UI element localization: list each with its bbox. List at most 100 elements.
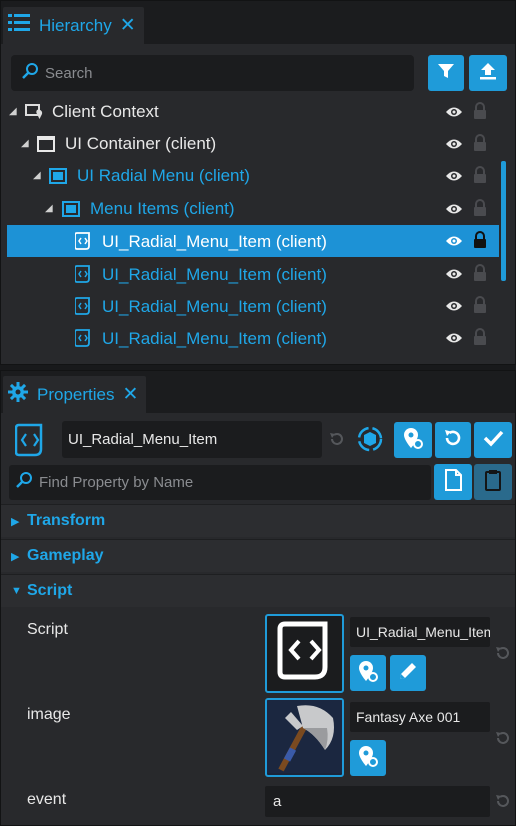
filter-button[interactable] bbox=[428, 55, 464, 91]
collapsed-triangle-icon: ▶ bbox=[11, 550, 20, 563]
tree-item-label: UI_Radial_Menu_Item (client) bbox=[102, 297, 327, 316]
script-asset-name[interactable]: UI_Radial_Menu_Item bbox=[350, 617, 490, 647]
reset-button[interactable] bbox=[435, 422, 471, 458]
tree-item-radial-menu-item[interactable]: UI_Radial_Menu_Item (client) bbox=[7, 290, 499, 322]
hierarchy-icon bbox=[7, 11, 31, 40]
tab-properties[interactable]: Properties ✕ bbox=[3, 376, 147, 413]
visibility-eye-icon[interactable] bbox=[445, 298, 463, 318]
location-pin-icon bbox=[356, 744, 380, 773]
visibility-eye-icon[interactable] bbox=[445, 266, 463, 286]
section-label: Script bbox=[27, 582, 73, 599]
script-icon bbox=[277, 621, 333, 686]
search-input[interactable]: Search bbox=[11, 55, 414, 91]
image-property-label: image bbox=[27, 706, 71, 723]
search-icon bbox=[15, 471, 33, 494]
location-pin-icon bbox=[401, 426, 425, 455]
object-name-field[interactable]: UI_Radial_Menu_Item bbox=[62, 421, 322, 458]
tree-item-ui-radial-menu[interactable]: ◢ UI Radial Menu (client) bbox=[7, 160, 499, 192]
tree-item-label: UI_Radial_Menu_Item (client) bbox=[102, 265, 327, 284]
paste-button[interactable] bbox=[474, 464, 512, 500]
expand-triangle-icon[interactable]: ◢ bbox=[45, 203, 53, 214]
tree-item-label: UI_Radial_Menu_Item (client) bbox=[102, 329, 327, 348]
section-label: Transform bbox=[27, 512, 106, 529]
tree-item-ui-container[interactable]: ◢ UI Container (client) bbox=[7, 128, 499, 160]
visibility-eye-icon[interactable] bbox=[445, 330, 463, 350]
tree-item-label: Client Context bbox=[52, 102, 159, 121]
tree-item-radial-menu-item[interactable]: UI_Radial_Menu_Item (client) bbox=[7, 322, 499, 354]
expand-triangle-icon[interactable]: ◢ bbox=[21, 138, 29, 149]
lock-icon[interactable] bbox=[473, 264, 487, 287]
close-icon[interactable]: ✕ bbox=[120, 14, 136, 37]
image-asset-thumbnail[interactable] bbox=[265, 698, 344, 777]
revert-icon[interactable] bbox=[495, 645, 511, 666]
pencil-icon bbox=[397, 660, 419, 687]
properties-tab-label: Properties bbox=[37, 384, 115, 404]
ui-panel-icon bbox=[49, 168, 67, 184]
visibility-eye-icon[interactable] bbox=[445, 201, 463, 221]
visibility-eye-icon[interactable] bbox=[445, 233, 463, 253]
section-script[interactable]: ▼ Script bbox=[1, 574, 515, 607]
section-gameplay[interactable]: ▶ Gameplay bbox=[1, 539, 515, 572]
visibility-eye-icon[interactable] bbox=[445, 136, 463, 156]
properties-tabbar: Properties ✕ bbox=[1, 371, 515, 413]
apply-button[interactable] bbox=[474, 422, 512, 458]
revert-icon[interactable] bbox=[495, 793, 511, 814]
collapsed-triangle-icon: ▶ bbox=[11, 515, 20, 528]
event-property-label: event bbox=[27, 791, 67, 808]
script-icon bbox=[14, 423, 45, 462]
hierarchy-tabbar: Hierarchy ✕ bbox=[1, 1, 515, 44]
search-icon bbox=[21, 62, 39, 85]
tree-item-label: UI Radial Menu (client) bbox=[77, 166, 250, 185]
revert-icon[interactable] bbox=[329, 431, 345, 452]
copy-icon bbox=[443, 468, 463, 496]
find-property-input[interactable]: Find Property by Name bbox=[9, 465, 431, 500]
expand-triangle-icon[interactable]: ◢ bbox=[9, 106, 17, 117]
script-asset-thumbnail[interactable] bbox=[265, 614, 344, 693]
tree-item-radial-menu-item[interactable]: UI_Radial_Menu_Item (client) bbox=[7, 258, 499, 290]
upload-button[interactable] bbox=[469, 55, 507, 91]
client-context-icon bbox=[25, 104, 43, 120]
find-asset-button[interactable] bbox=[350, 655, 386, 691]
edit-script-button[interactable] bbox=[390, 655, 426, 691]
expanded-triangle-icon: ▼ bbox=[11, 585, 22, 597]
tree-item-client-context[interactable]: ◢ Client Context bbox=[7, 96, 499, 128]
copy-button[interactable] bbox=[434, 464, 472, 500]
lock-icon[interactable] bbox=[473, 231, 487, 254]
find-in-hierarchy-button[interactable] bbox=[394, 422, 432, 458]
location-pin-icon bbox=[356, 659, 380, 688]
lock-icon[interactable] bbox=[473, 199, 487, 222]
visibility-eye-icon[interactable] bbox=[445, 104, 463, 124]
tree-item-radial-menu-item-selected[interactable]: UI_Radial_Menu_Item (client) bbox=[7, 225, 499, 257]
section-label: Gameplay bbox=[27, 547, 104, 564]
clipboard-icon bbox=[483, 469, 503, 496]
script-icon bbox=[75, 265, 91, 283]
image-asset-name[interactable]: Fantasy Axe 001 bbox=[350, 702, 490, 732]
properties-panel: Properties ✕ UI_Radial_Menu_Item Find Pr… bbox=[0, 370, 516, 826]
close-icon[interactable]: ✕ bbox=[122, 383, 138, 406]
ui-panel-icon bbox=[62, 201, 80, 217]
lock-icon[interactable] bbox=[473, 102, 487, 125]
networked-icon[interactable] bbox=[356, 425, 384, 458]
hierarchy-scrollbar[interactable] bbox=[501, 161, 506, 281]
expand-triangle-icon[interactable]: ◢ bbox=[33, 170, 41, 181]
tab-hierarchy[interactable]: Hierarchy ✕ bbox=[3, 7, 144, 44]
lock-icon[interactable] bbox=[473, 296, 487, 319]
lock-icon[interactable] bbox=[473, 134, 487, 157]
section-transform[interactable]: ▶ Transform bbox=[1, 504, 515, 537]
hierarchy-panel: Hierarchy ✕ Search ◢ Client Context ◢ UI… bbox=[0, 0, 516, 365]
find-placeholder: Find Property by Name bbox=[39, 474, 194, 491]
hierarchy-tab-label: Hierarchy bbox=[39, 15, 112, 35]
script-icon bbox=[75, 232, 91, 250]
lock-icon[interactable] bbox=[473, 328, 487, 351]
find-image-asset-button[interactable] bbox=[350, 740, 386, 776]
event-input[interactable]: a bbox=[265, 786, 490, 817]
script-property-label: Script bbox=[27, 621, 68, 638]
lock-icon[interactable] bbox=[473, 166, 487, 189]
tree-item-menu-items[interactable]: ◢ Menu Items (client) bbox=[7, 193, 499, 225]
gear-icon bbox=[7, 381, 29, 408]
filter-icon bbox=[436, 61, 456, 86]
script-icon bbox=[75, 329, 91, 347]
tree-item-label: UI_Radial_Menu_Item (client) bbox=[102, 232, 327, 251]
visibility-eye-icon[interactable] bbox=[445, 168, 463, 188]
revert-icon[interactable] bbox=[495, 730, 511, 751]
